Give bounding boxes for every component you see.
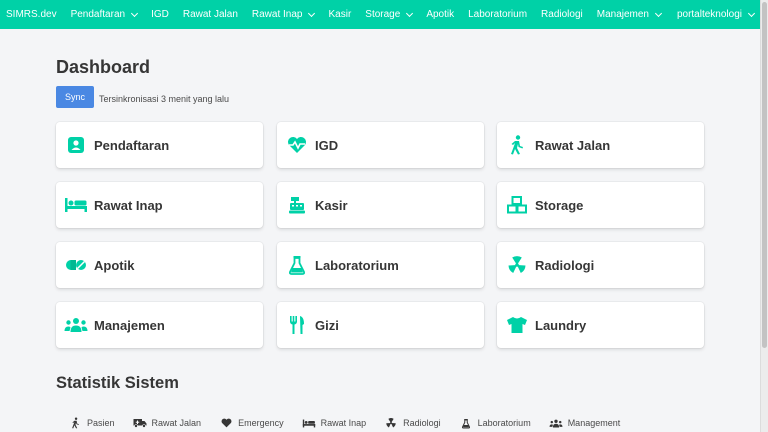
- module-card-radiologi[interactable]: Radiologi: [497, 242, 704, 288]
- module-label: IGD: [315, 137, 339, 153]
- cash-register-icon: [285, 195, 309, 215]
- module-card-igd[interactable]: IGD: [277, 122, 484, 168]
- module-card-laboratorium[interactable]: Laboratorium: [277, 242, 484, 288]
- flask-icon: [459, 417, 473, 429]
- walking-icon: [505, 135, 529, 155]
- chevron-down-icon: [131, 9, 139, 17]
- heartbeat-icon: [285, 135, 309, 155]
- nav-label: Apotik: [426, 9, 455, 20]
- users-icon: [64, 315, 88, 335]
- scrollbar-thumb[interactable]: [762, 2, 767, 348]
- nav-radiologi[interactable]: Radiologi: [541, 9, 583, 20]
- boxes-icon: [505, 195, 529, 215]
- module-card-apotik[interactable]: Apotik: [56, 242, 263, 288]
- stat-tab-label: Emergency: [238, 418, 284, 428]
- module-label: Pendaftaran: [94, 137, 170, 153]
- pills-icon: [64, 255, 88, 275]
- radiation-icon: [384, 417, 398, 429]
- module-card-pendaftaran[interactable]: Pendaftaran: [56, 122, 263, 168]
- brand-link[interactable]: SIMRS.dev: [6, 9, 57, 20]
- vertical-scrollbar[interactable]: [760, 0, 768, 432]
- chevron-down-icon: [654, 9, 663, 17]
- heart-icon: [219, 417, 233, 429]
- module-label: Apotik: [94, 257, 135, 273]
- walking-icon: [68, 417, 82, 429]
- nav-rawat-jalan[interactable]: Rawat Jalan: [183, 9, 238, 20]
- module-card-rawat-inap[interactable]: Rawat Inap: [56, 182, 263, 228]
- module-card-storage[interactable]: Storage: [497, 182, 704, 228]
- module-card-manajemen[interactable]: Manajemen: [56, 302, 263, 348]
- stat-tab-rawat-jalan[interactable]: Rawat Jalan: [133, 417, 202, 429]
- chevron-down-icon: [406, 9, 414, 17]
- module-card-rawat-jalan[interactable]: Rawat Jalan: [497, 122, 704, 168]
- user-name: portalteknologi: [676, 9, 742, 20]
- statistics-tabs: Pasien Rawat Jalan Emergency Rawat Inap …: [56, 414, 626, 432]
- nav-storage[interactable]: Storage: [365, 9, 414, 20]
- bed-icon: [64, 195, 88, 215]
- stat-tab-label: Rawat Jalan: [151, 418, 202, 428]
- module-card-laundry[interactable]: Laundry: [497, 302, 704, 348]
- stat-tab-label: Management: [567, 418, 621, 428]
- nav-kasir[interactable]: Kasir: [328, 9, 351, 20]
- module-label: Storage: [535, 197, 584, 213]
- nav-label: Storage: [365, 9, 401, 20]
- stat-tab-label: Radiologi: [403, 418, 441, 428]
- statistics-title: Statistik Sistem: [56, 374, 179, 392]
- stat-tab-label: Rawat Inap: [320, 418, 367, 428]
- nav-label: Kasir: [328, 9, 352, 20]
- nav-label: Rawat Inap: [251, 9, 303, 20]
- module-label: Radiologi: [535, 257, 595, 273]
- stat-tab-pasien[interactable]: Pasien: [68, 417, 115, 429]
- nav-rawat-inap[interactable]: Rawat Inap: [251, 9, 316, 20]
- users-icon: [549, 417, 563, 429]
- nav-apotik[interactable]: Apotik: [426, 9, 454, 20]
- nav-label: Manajemen: [596, 9, 649, 20]
- stat-tab-management[interactable]: Management: [549, 417, 621, 429]
- nav-igd[interactable]: IGD: [151, 9, 169, 20]
- nav-manajemen[interactable]: Manajemen: [596, 9, 663, 20]
- sync-status: Tersinkronisasi 3 menit yang lalu: [99, 94, 230, 104]
- module-label: Laundry: [535, 317, 587, 333]
- chevron-down-icon: [747, 9, 756, 17]
- radiation-icon: [505, 255, 529, 275]
- nav-label: Pendaftaran: [70, 9, 126, 20]
- sync-button[interactable]: Sync: [56, 86, 94, 108]
- stat-tab-rawat-inap[interactable]: Rawat Inap: [302, 417, 367, 429]
- chevron-down-icon: [308, 9, 316, 17]
- nav-label: Laboratorium: [468, 9, 528, 20]
- module-label: Rawat Jalan: [535, 137, 611, 153]
- module-label: Gizi: [315, 317, 339, 333]
- id-card-icon: [64, 135, 88, 155]
- stat-tab-emergency[interactable]: Emergency: [219, 417, 284, 429]
- module-label: Manajemen: [94, 317, 165, 333]
- nav-label: Radiologi: [541, 9, 583, 20]
- ambulance-icon: [133, 417, 147, 429]
- module-card-gizi[interactable]: Gizi: [277, 302, 484, 348]
- module-label: Laboratorium: [315, 257, 399, 273]
- module-label: Kasir: [315, 197, 348, 213]
- tshirt-icon: [505, 315, 529, 335]
- stat-tab-label: Laboratorium: [477, 418, 531, 428]
- stat-tab-radiologi[interactable]: Radiologi: [384, 417, 441, 429]
- nav-pendaftaran[interactable]: Pendaftaran: [70, 9, 139, 20]
- top-navbar: SIMRS.dev Pendaftaran IGD Rawat Jalan Ra…: [0, 0, 760, 29]
- user-menu[interactable]: portalteknologi: [676, 9, 756, 20]
- flask-icon: [285, 255, 309, 275]
- page-title: Dashboard: [56, 57, 151, 77]
- bed-icon: [302, 417, 316, 429]
- nav-label: IGD: [151, 9, 169, 20]
- stat-tab-laboratorium[interactable]: Laboratorium: [459, 417, 531, 429]
- module-card-kasir[interactable]: Kasir: [277, 182, 484, 228]
- stat-tab-label: Pasien: [87, 418, 115, 428]
- utensils-icon: [285, 315, 309, 335]
- nav-laboratorium[interactable]: Laboratorium: [468, 9, 527, 20]
- nav-label: Rawat Jalan: [182, 9, 238, 20]
- module-label: Rawat Inap: [94, 197, 163, 213]
